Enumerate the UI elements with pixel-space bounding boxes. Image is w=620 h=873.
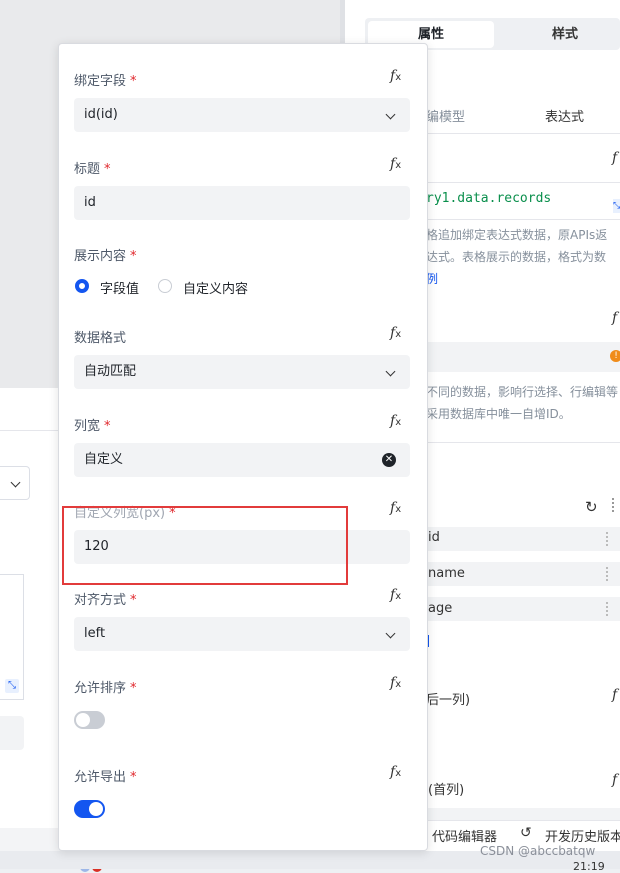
- drag-handle-icon[interactable]: [606, 567, 610, 581]
- model-tab-partial[interactable]: 编模型: [426, 106, 465, 125]
- refresh-icon[interactable]: ↻: [585, 498, 598, 516]
- system-clock: 21:19: [573, 860, 605, 873]
- fx-icon[interactable]: fx: [390, 413, 401, 429]
- divider: [426, 182, 620, 183]
- allow-sort-label: 允许排序 *: [74, 681, 137, 696]
- chevron-down-icon: [10, 477, 21, 488]
- switch-knob: [89, 802, 103, 816]
- title-label: 标题 *: [74, 162, 111, 177]
- column-width-label: 列宽 *: [74, 419, 111, 434]
- chevron-down-icon: [385, 628, 396, 639]
- column-label: age: [428, 601, 453, 616]
- fx-icon[interactable]: f: [612, 772, 617, 788]
- column-width-select[interactable]: 自定义 ✕: [74, 443, 410, 477]
- column-row[interactable]: [426, 597, 620, 621]
- row-key-select[interactable]: [426, 342, 620, 372]
- left-input-partial[interactable]: [0, 716, 24, 750]
- divider: [426, 133, 620, 134]
- left-select-partial[interactable]: [0, 466, 30, 500]
- fixed-last-column-label: 后一列): [426, 693, 471, 708]
- chevron-down-icon: [385, 366, 396, 377]
- divider: [426, 219, 620, 220]
- highlight-box: [62, 506, 348, 585]
- row-key-help-line2: 采用数据库中唯一自增ID。: [426, 407, 571, 421]
- bind-field-label: 绑定字段 *: [74, 74, 137, 89]
- data-format-select[interactable]: 自动匹配: [74, 355, 410, 389]
- fixed-first-column-label: (首列): [428, 783, 465, 798]
- input-partial[interactable]: [426, 808, 620, 820]
- more-icon[interactable]: [612, 498, 616, 512]
- help-text-line1: 格追加绑定表达式数据，原APIs返: [426, 228, 608, 242]
- fx-icon[interactable]: fx: [390, 764, 401, 780]
- radio-custom-content[interactable]: [158, 279, 172, 293]
- fx-icon[interactable]: fx: [390, 156, 401, 172]
- align-select[interactable]: left: [74, 617, 410, 651]
- divider: [426, 442, 620, 443]
- expand-icon[interactable]: ⤡: [5, 679, 19, 693]
- bind-field-select[interactable]: id(id): [74, 98, 410, 132]
- data-format-label: 数据格式: [74, 331, 127, 346]
- fx-icon[interactable]: fx: [390, 587, 401, 603]
- fx-icon[interactable]: f: [612, 150, 617, 166]
- allow-export-switch[interactable]: [74, 800, 105, 818]
- row-key-help-line1: 不同的数据，影响行选择、行编辑等: [426, 385, 619, 399]
- align-label: 对齐方式 *: [74, 593, 137, 608]
- radio-custom-content-label: 自定义内容: [183, 282, 249, 297]
- dev-history-button[interactable]: 开发历史版本: [545, 826, 620, 845]
- warning-icon: !: [610, 350, 620, 362]
- clear-icon[interactable]: ✕: [382, 453, 396, 467]
- fx-icon[interactable]: f: [612, 687, 617, 703]
- radio-field-value[interactable]: [75, 279, 89, 293]
- allow-sort-switch[interactable]: [74, 711, 105, 729]
- fx-icon[interactable]: fx: [390, 675, 401, 691]
- column-row[interactable]: [426, 527, 620, 551]
- allow-export-label: 允许导出 *: [74, 770, 137, 785]
- title-input[interactable]: id: [74, 186, 410, 220]
- code-expression[interactable]: ry1.data.records: [426, 191, 551, 206]
- column-label: name: [428, 566, 465, 581]
- history-icon: ↺: [520, 825, 532, 841]
- display-content-label: 展示内容 *: [74, 249, 137, 264]
- fx-icon[interactable]: f: [612, 310, 617, 326]
- fx-icon[interactable]: fx: [390, 325, 401, 341]
- drag-handle-icon[interactable]: [606, 602, 610, 616]
- column-label: id: [428, 530, 440, 545]
- fx-icon[interactable]: fx: [390, 500, 401, 516]
- switch-knob: [76, 713, 90, 727]
- fx-icon[interactable]: fx: [390, 68, 401, 84]
- radio-field-value-label: 字段值: [100, 282, 140, 297]
- chevron-down-icon: [385, 109, 396, 120]
- tab-style[interactable]: 样式: [510, 21, 620, 48]
- watermark: CSDN @abccbatqw: [480, 844, 596, 858]
- help-text-line2: 达式。表格展示的数据，格式为数: [426, 250, 607, 264]
- expression-tab[interactable]: 表达式: [545, 106, 584, 125]
- expand-icon[interactable]: ⤡: [613, 199, 620, 213]
- code-editor-button[interactable]: 代码编辑器: [432, 826, 497, 845]
- drag-handle-icon[interactable]: [606, 532, 610, 546]
